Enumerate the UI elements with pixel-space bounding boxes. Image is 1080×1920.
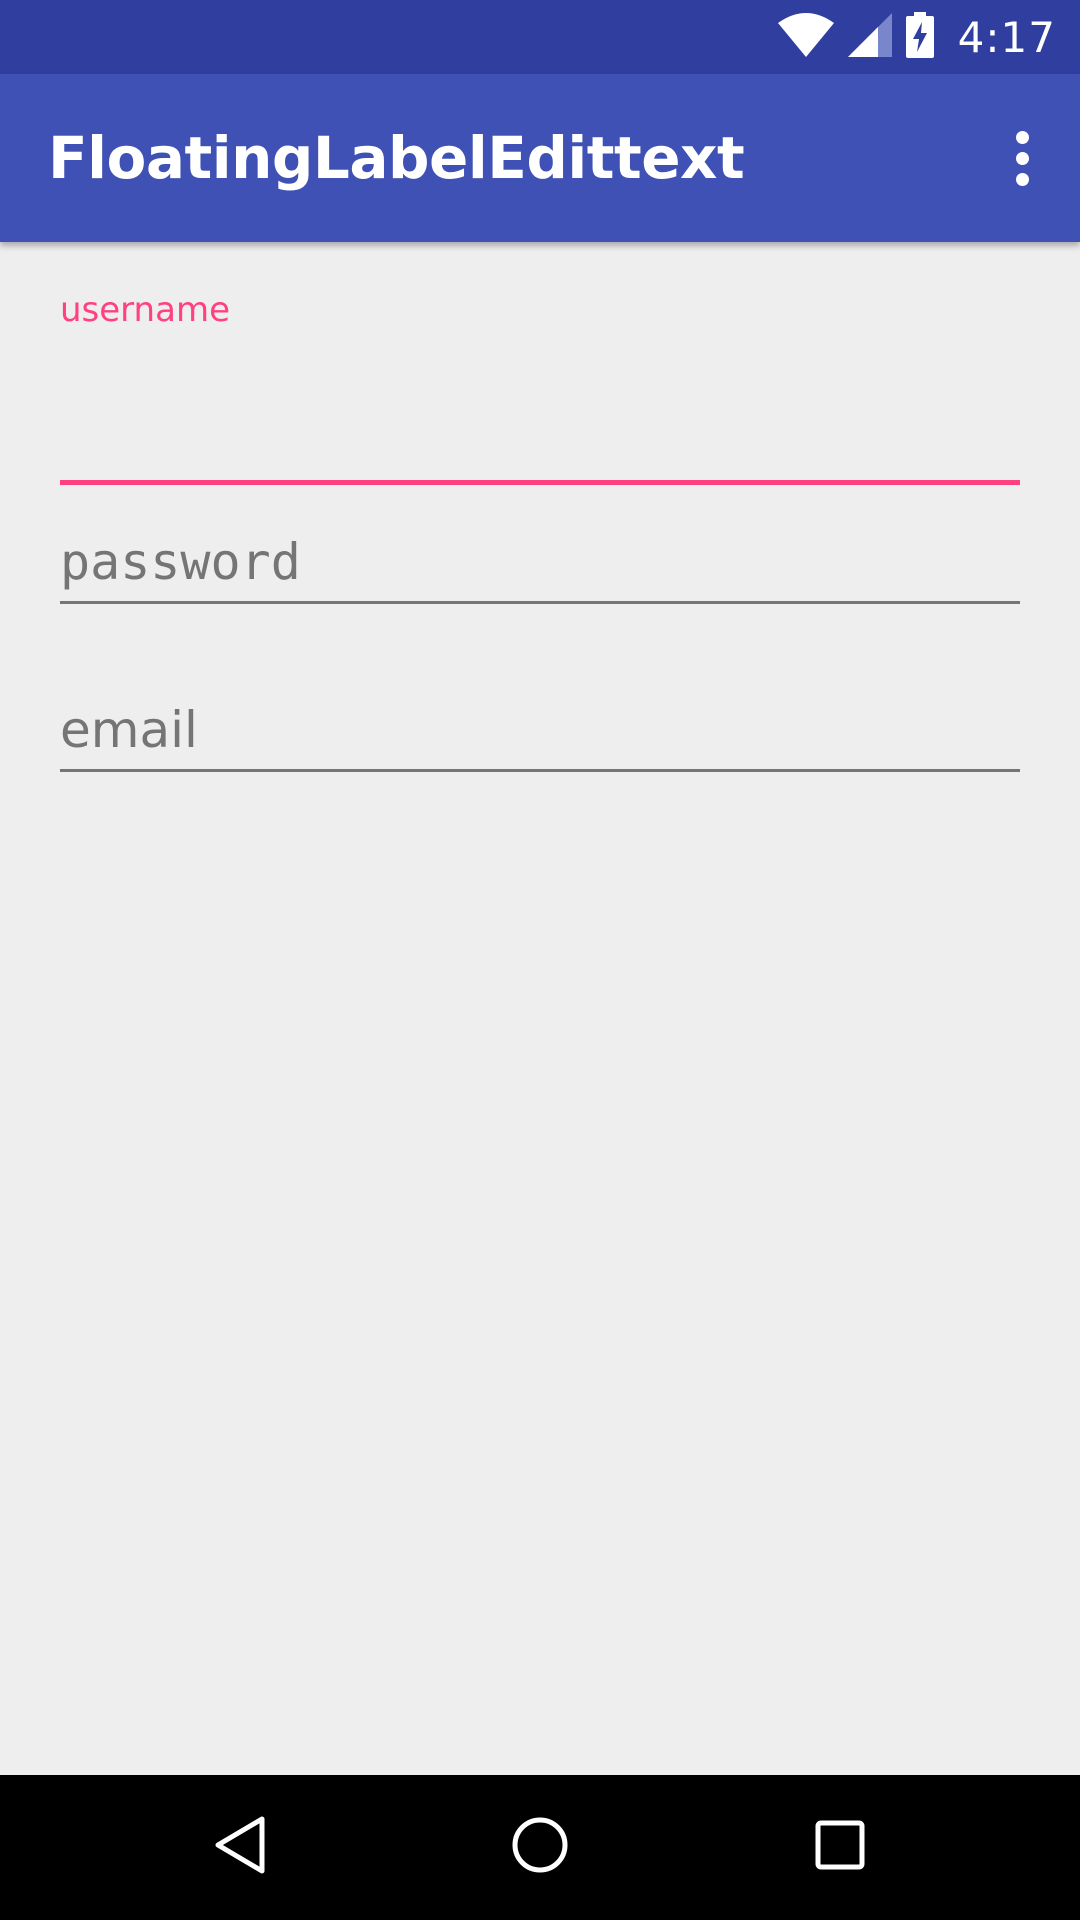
app-bar: FloatingLabelEdittext: [0, 74, 1080, 242]
form-container: username: [0, 242, 1080, 1775]
recents-icon: [814, 1819, 866, 1876]
status-time: 4:17: [957, 12, 1056, 62]
email-field: [60, 690, 1020, 790]
username-field: username: [60, 290, 1020, 485]
battery-charging-icon: [905, 11, 934, 63]
overflow-menu-icon: [1015, 130, 1029, 144]
password-field: [60, 522, 1020, 622]
email-underline: [60, 769, 1020, 772]
home-button[interactable]: [470, 1775, 610, 1920]
recents-button[interactable]: [770, 1775, 910, 1920]
status-icons: 4:17: [777, 0, 1056, 74]
username-floating-label: username: [60, 290, 230, 330]
navigation-bar: [0, 1775, 1080, 1920]
overflow-menu-dot: [1015, 172, 1029, 186]
username-input[interactable]: [60, 348, 1020, 418]
email-input[interactable]: [60, 690, 1020, 770]
status-bar: 4:17: [0, 0, 1080, 74]
overflow-menu-dot: [1015, 151, 1029, 165]
password-input[interactable]: [60, 522, 1020, 602]
username-underline: [60, 480, 1020, 485]
back-button[interactable]: [170, 1775, 310, 1920]
back-icon: [212, 1815, 268, 1880]
app-title: FloatingLabelEdittext: [48, 124, 745, 192]
overflow-menu-button[interactable]: [986, 120, 1058, 196]
password-underline: [60, 601, 1020, 604]
home-icon: [510, 1815, 570, 1880]
cell-signal-icon: [847, 12, 892, 62]
wifi-icon: [777, 12, 834, 62]
